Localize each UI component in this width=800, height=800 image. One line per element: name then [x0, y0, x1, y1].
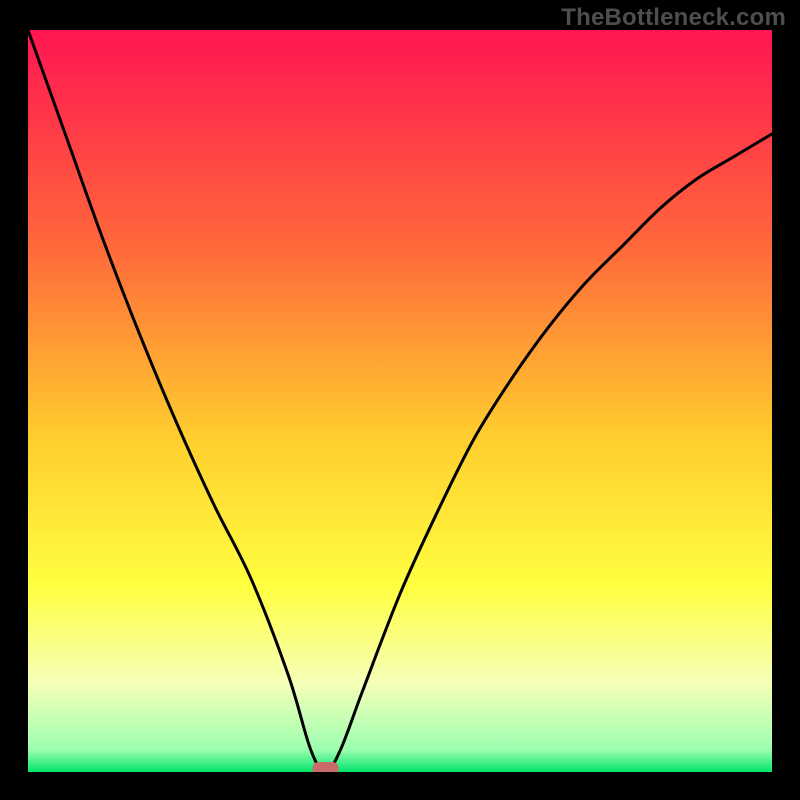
chart-frame: TheBottleneck.com: [0, 0, 800, 800]
chart-svg: [28, 30, 772, 772]
gradient-background: [28, 30, 772, 772]
optimal-marker: [313, 762, 339, 772]
chart-plot-area: [28, 30, 772, 772]
watermark-text: TheBottleneck.com: [561, 4, 786, 32]
